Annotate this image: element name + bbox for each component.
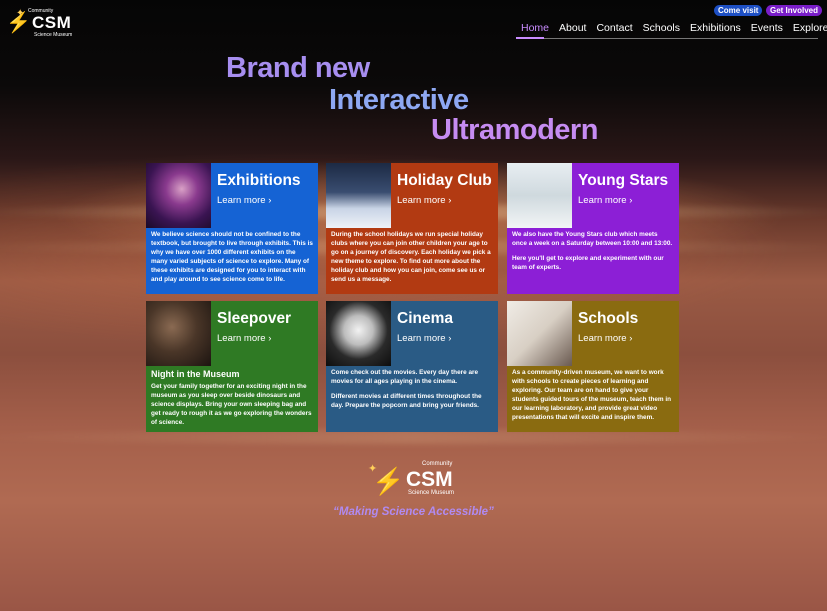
learn-more-link[interactable]: Learn more ›: [578, 195, 632, 206]
card-subheading: Night in the Museum: [151, 369, 240, 379]
site-logo[interactable]: ⚡ ✦ Community CSM Science Museum: [6, 8, 76, 40]
footer-logo[interactable]: ✦ ⚡ Community CSM Science Museum: [368, 460, 464, 500]
hero-line-2: Interactive: [329, 84, 469, 116]
nav-item-contact[interactable]: Contact: [591, 22, 637, 34]
card-title: Cinema: [397, 310, 453, 327]
card-body: We believe science should not be confine…: [151, 230, 313, 291]
card-image-holiday-club: [326, 163, 391, 228]
nav-active-indicator: [516, 37, 544, 39]
learn-more-link[interactable]: Learn more ›: [217, 195, 271, 206]
footer-tagline: “Making Science Accessible”: [333, 506, 494, 518]
card-exhibitions: Exhibitions Learn more › We believe scie…: [146, 163, 318, 294]
nav-divider: [516, 38, 818, 39]
learn-more-link[interactable]: Learn more ›: [217, 333, 271, 344]
sparkle-icon: ✦: [16, 8, 25, 19]
background-light-streak: [0, 430, 827, 444]
logo-community-text: Community: [422, 461, 453, 467]
nav-item-about[interactable]: About: [554, 22, 591, 34]
card-young-stars: Young Stars Learn more › We also have th…: [507, 163, 679, 294]
card-image-cinema: [326, 301, 391, 366]
card-image-schools: [507, 301, 572, 366]
card-title: Exhibitions: [217, 172, 301, 189]
card-text: Here you'll get to explore and experimen…: [512, 255, 664, 272]
nav-item-explore[interactable]: Explore: [788, 22, 827, 34]
learn-more-link[interactable]: Learn more ›: [397, 195, 451, 206]
card-text: We also have the Young Stars club which …: [512, 231, 673, 248]
card-sleepover: Sleepover Learn more › Night in the Muse…: [146, 301, 318, 432]
come-visit-button[interactable]: Come visit: [714, 5, 763, 16]
learn-more-link[interactable]: Learn more ›: [578, 333, 632, 344]
card-title: Young Stars: [578, 172, 669, 189]
card-body: During the school holidays we run specia…: [331, 230, 493, 291]
card-holiday-club: Holiday Club Learn more › During the sch…: [326, 163, 498, 294]
card-image-young-stars: [507, 163, 572, 228]
hero-line-1: Brand new: [226, 52, 370, 84]
card-text: Come check out the movies. Every day the…: [331, 369, 479, 386]
card-schools: Schools Learn more › As a community-driv…: [507, 301, 679, 432]
get-involved-button[interactable]: Get Involved: [766, 5, 823, 16]
logo-subtitle: Science Museum: [408, 490, 455, 496]
nav-item-exhibitions[interactable]: Exhibitions: [685, 22, 746, 34]
card-image-exhibitions: [146, 163, 211, 228]
logo-name: CSM: [32, 13, 72, 32]
nav-item-schools[interactable]: Schools: [638, 22, 685, 34]
card-image-sleepover: [146, 301, 211, 366]
card-text: As a community-driven museum, we want to…: [512, 369, 672, 422]
card-text: Different movies at different times thro…: [331, 393, 482, 410]
card-text: Get your family together for an exciting…: [151, 382, 312, 427]
learn-more-link[interactable]: Learn more ›: [397, 333, 451, 344]
card-text: We believe science should not be confine…: [151, 231, 313, 284]
main-nav: Home About Contact Schools Exhibitions E…: [516, 22, 827, 34]
card-text: During the school holidays we run specia…: [331, 231, 491, 284]
card-body: Night in the Museum Get your family toge…: [151, 368, 313, 432]
card-cinema: Cinema Learn more › Come check out the m…: [326, 301, 498, 432]
card-body: Come check out the movies. Every day the…: [331, 368, 493, 416]
card-title: Sleepover: [217, 310, 292, 327]
nav-item-home[interactable]: Home: [516, 22, 554, 34]
logo-name: CSM: [406, 468, 453, 491]
hero-line-3: Ultramodern: [431, 114, 598, 146]
card-body: As a community-driven museum, we want to…: [512, 368, 674, 429]
card-title: Holiday Club: [397, 172, 492, 189]
card-body: We also have the Young Stars club which …: [512, 230, 674, 278]
nav-item-events[interactable]: Events: [746, 22, 788, 34]
card-title: Schools: [578, 310, 639, 327]
lightning-bolt-icon: ⚡: [372, 466, 405, 496]
logo-subtitle: Science Museum: [34, 32, 73, 38]
